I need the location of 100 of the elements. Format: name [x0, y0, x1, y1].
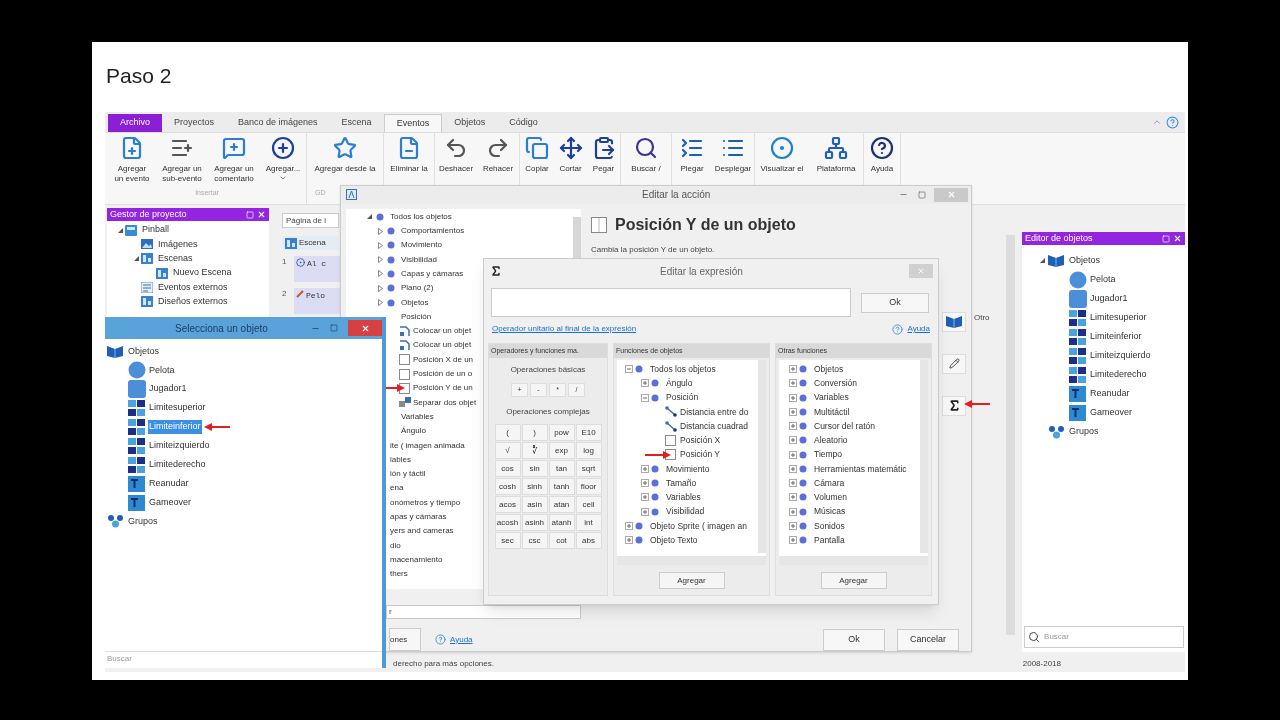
function-key[interactable]: ceil	[575, 496, 602, 513]
tree-item[interactable]: apas y cámaras	[389, 511, 448, 523]
tree-item[interactable]: Distancia entre do	[679, 405, 750, 419]
expand-toggle-icon[interactable]	[789, 493, 797, 502]
ribbon-button[interactable]: Visualizar el	[755, 136, 809, 174]
help-link[interactable]: Ayuda	[907, 323, 930, 335]
tree-item[interactable]: Imágenes	[157, 237, 199, 252]
tree-item[interactable]: Limitederecho	[148, 458, 207, 472]
tree-item[interactable]: Músicas	[813, 505, 847, 518]
tree-item[interactable]: Colocar un objet	[412, 325, 473, 338]
tree-item[interactable]: Multitáctil	[813, 405, 851, 419]
scrollbar[interactable]	[573, 216, 581, 261]
tree-item[interactable]: Objeto Texto	[649, 533, 699, 547]
ribbon-button[interactable]: Cortar	[554, 136, 587, 174]
tree-item[interactable]: Posición X de un	[412, 353, 475, 366]
tree-item[interactable]: Todos los objetos	[389, 210, 453, 223]
close-icon[interactable]	[256, 210, 266, 219]
function-key[interactable]: int	[575, 514, 602, 531]
ribbon-button[interactable]: Deshacer	[435, 136, 477, 174]
expand-toggle-icon[interactable]	[789, 422, 797, 431]
tree-item[interactable]: Objetos	[400, 296, 430, 309]
ribbon-button[interactable]: Plataforma	[809, 136, 863, 174]
expand-toggle-icon[interactable]	[789, 407, 797, 416]
tree-item[interactable]: Plano (2)	[400, 282, 435, 295]
expand-arrow-icon[interactable]	[376, 299, 384, 307]
tree-item[interactable]: Grupos	[1068, 424, 1100, 439]
tree-item[interactable]: Escenas	[157, 252, 194, 266]
ribbon-tab[interactable]: Eventos	[383, 114, 443, 132]
expand-arrow-icon[interactable]	[376, 284, 384, 292]
expand-toggle-icon[interactable]	[625, 521, 633, 530]
tree-item[interactable]: Variables	[813, 391, 850, 404]
tree-item[interactable]: Herramientas matemátic	[813, 462, 908, 476]
sigma-button[interactable]	[942, 395, 966, 416]
function-key[interactable]: √	[494, 442, 521, 459]
tree-item[interactable]: Aleatorio	[813, 434, 849, 447]
tree-item[interactable]: Ángulo	[400, 425, 427, 438]
file-tab[interactable]: Archivo	[108, 114, 162, 132]
tree-item[interactable]: Eventos externos	[157, 280, 229, 295]
tree-item[interactable]: thers	[389, 568, 409, 581]
expand-arrow-icon[interactable]	[376, 241, 384, 249]
tree-item[interactable]: Sonidos	[813, 519, 846, 533]
expand-toggle-icon[interactable]	[789, 450, 797, 459]
ribbon-tab[interactable]: Código	[497, 114, 550, 132]
tree-item[interactable]: Comportamientos	[400, 225, 466, 238]
tree-item[interactable]: Cámara	[813, 476, 846, 490]
tree-item[interactable]: Volumen	[813, 491, 849, 504]
page-tab[interactable]: Página de i	[281, 213, 339, 228]
tree-item[interactable]: Posición Y	[679, 448, 721, 461]
function-key[interactable]: acosh	[494, 514, 521, 531]
expression-field[interactable]	[491, 288, 851, 317]
tree-item[interactable]: Objetos	[1068, 253, 1102, 268]
maximize-icon[interactable]	[330, 324, 338, 332]
tree-item[interactable]: onómetros y tiempo	[389, 496, 462, 509]
tree-item[interactable]: Visibilidad	[665, 505, 706, 518]
ribbon-button[interactable]: Agregar un evento	[108, 136, 156, 184]
ribbon-button[interactable]: Rehacer	[477, 136, 519, 174]
expand-toggle-icon[interactable]	[789, 379, 797, 388]
scrollbar[interactable]	[920, 360, 928, 553]
function-key[interactable]: pow	[548, 424, 575, 441]
scrollbar[interactable]	[779, 556, 928, 565]
tree-item[interactable]: Nuevo Escena	[172, 266, 233, 280]
tree-item[interactable]: Jugador1	[148, 382, 188, 396]
expand-toggle-icon[interactable]	[789, 464, 797, 473]
ribbon-button[interactable]: Plegar	[672, 136, 712, 174]
restore-icon[interactable]	[1162, 234, 1170, 243]
tree-item[interactable]: Pantalla	[813, 533, 846, 547]
expand-toggle-icon[interactable]	[641, 379, 649, 388]
collapse-arrow-icon[interactable]	[132, 255, 140, 263]
ribbon-button[interactable]: Copiar	[520, 136, 554, 174]
scrollbar[interactable]	[617, 556, 766, 565]
add-button[interactable]: Agregar	[820, 572, 887, 589]
collapse-ribbon-icon[interactable]	[1152, 117, 1162, 127]
book-button[interactable]	[942, 311, 966, 332]
function-key[interactable]: (	[494, 424, 521, 441]
ribbon-button[interactable]: Desplegar	[712, 136, 754, 174]
tree-item[interactable]: Gameover	[148, 495, 193, 510]
close-button[interactable]	[348, 320, 382, 336]
tree-item[interactable]: Reanudar	[1089, 386, 1131, 401]
maximize-icon[interactable]	[918, 190, 926, 199]
function-key[interactable]: cot	[548, 532, 575, 549]
ribbon-tab[interactable]: Banco de imágenes	[226, 114, 330, 132]
function-key[interactable]: log	[575, 442, 602, 459]
expand-toggle-icon[interactable]	[641, 479, 649, 488]
tree-item[interactable]: Cursor del ratón	[813, 419, 876, 433]
ribbon-button[interactable]: Eliminar la	[384, 136, 434, 174]
tree-item[interactable]: Pelota	[148, 363, 176, 378]
ribbon-button[interactable]: Ayuda	[864, 136, 900, 174]
expand-arrow-icon[interactable]	[376, 227, 384, 235]
collapse-arrow-icon[interactable]	[1038, 257, 1046, 264]
ribbon-button[interactable]: Agregar un comentario	[208, 136, 260, 184]
tree-item[interactable]: Posición	[400, 310, 433, 323]
ribbon-tab[interactable]: Proyectos	[162, 114, 227, 132]
tree-item[interactable]: Objetos	[127, 344, 161, 359]
ribbon-tab[interactable]: Objetos	[442, 114, 498, 132]
tree-item[interactable]: yers and cameras	[389, 525, 455, 538]
scrollbar[interactable]	[758, 360, 766, 553]
tree-item[interactable]: Variables	[665, 491, 702, 504]
tree-item[interactable]: Ángulo	[665, 377, 694, 390]
tree-item[interactable]: ena	[389, 482, 405, 495]
tree-item[interactable]: Objeto Sprite ( imagen an	[649, 519, 748, 533]
